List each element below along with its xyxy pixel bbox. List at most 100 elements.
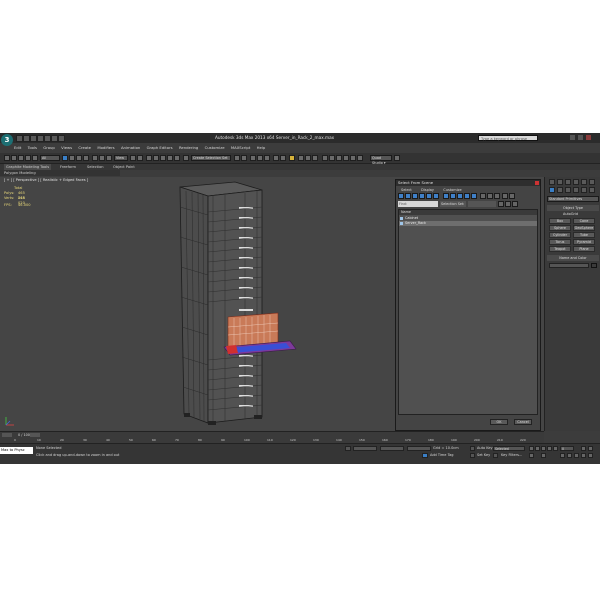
reference-coordinate-dropdown[interactable]: View <box>114 155 128 161</box>
systems-icon[interactable] <box>589 187 595 193</box>
extra-tool-3-icon[interactable] <box>336 155 342 161</box>
fetch-icon[interactable] <box>58 135 65 142</box>
selection-set-dropdown[interactable] <box>468 201 496 207</box>
schematic-view-icon[interactable] <box>280 155 286 161</box>
modify-tab-icon[interactable] <box>557 179 563 185</box>
cancel-button[interactable]: Cancel <box>514 419 532 425</box>
search-input[interactable]: Type a keyword or phrase <box>478 135 538 141</box>
workspace-icon[interactable] <box>394 155 400 161</box>
key-mode-icon[interactable] <box>529 453 534 458</box>
y-coordinate-field[interactable] <box>380 446 404 451</box>
z-coordinate-field[interactable] <box>407 446 431 451</box>
set-key-mode-icon[interactable] <box>470 446 475 451</box>
pan-icon[interactable] <box>588 446 593 451</box>
display-shapes-icon[interactable] <box>405 193 411 199</box>
extra-tool-4-icon[interactable] <box>343 155 349 161</box>
dialog-menu-customize[interactable]: Customize <box>443 188 461 192</box>
rotate-icon[interactable] <box>99 155 105 161</box>
name-and-color-header[interactable]: Name and Color <box>547 255 599 261</box>
maximize-viewport-icon[interactable] <box>588 453 593 458</box>
display-geometry-icon[interactable] <box>398 193 404 199</box>
undo-icon[interactable] <box>37 135 44 142</box>
menu-help[interactable]: Help <box>257 145 266 150</box>
lights-icon[interactable] <box>565 187 571 193</box>
time-tag-icon[interactable] <box>422 453 428 458</box>
display-spacewarps-icon[interactable] <box>433 193 439 199</box>
create-tab-icon[interactable] <box>549 179 555 185</box>
find-options-icon[interactable] <box>498 201 504 207</box>
display-containers-icon[interactable] <box>464 193 470 199</box>
rectangular-selection-icon[interactable] <box>76 155 82 161</box>
move-icon[interactable] <box>92 155 98 161</box>
scene-explorer-icon[interactable] <box>250 155 256 161</box>
filter-options-icon[interactable] <box>505 201 511 207</box>
maximize-icon[interactable] <box>578 135 583 140</box>
maxscript-listener[interactable]: Max to Physc <box>0 447 33 454</box>
find-input[interactable]: Find: <box>398 201 438 207</box>
spinner-snap-icon[interactable] <box>174 155 180 161</box>
mirror-icon[interactable] <box>234 155 240 161</box>
link-icon[interactable] <box>18 155 24 161</box>
set-key-icon[interactable] <box>470 453 475 458</box>
display-tab-icon[interactable] <box>581 179 587 185</box>
invert-selection-icon[interactable] <box>494 193 500 199</box>
display-xrefs-icon[interactable] <box>450 193 456 199</box>
cameras-icon[interactable] <box>573 187 579 193</box>
teapot-button[interactable]: Teapot <box>549 246 571 252</box>
key-filter-icon[interactable] <box>493 453 498 458</box>
tube-button[interactable]: Tube <box>573 232 595 238</box>
keyboard-shortcut-icon[interactable] <box>146 155 152 161</box>
named-selection-dropdown[interactable]: Create Selection Set <box>191 155 231 161</box>
angle-snap-icon[interactable] <box>160 155 166 161</box>
dialog-menu-display[interactable]: Display <box>421 188 434 192</box>
polygon-modeling-label[interactable]: Polygon Modeling <box>4 170 36 176</box>
extra-tool-icon[interactable] <box>322 155 328 161</box>
selection-filter-dropdown[interactable]: All <box>40 155 60 161</box>
save-file-icon[interactable] <box>30 135 37 142</box>
unlink-icon[interactable] <box>25 155 31 161</box>
box-button[interactable]: Box <box>549 218 571 224</box>
menu-views[interactable]: Views <box>61 145 72 150</box>
quad-studio-dropdown[interactable]: Quad Studio ▾ <box>370 155 392 165</box>
next-frame-icon[interactable] <box>547 446 552 451</box>
object-color-swatch[interactable] <box>591 263 597 268</box>
name-column-header[interactable]: Name <box>399 210 537 215</box>
cone-button[interactable]: Cone <box>573 218 595 224</box>
window-crossing-icon[interactable] <box>83 155 89 161</box>
go-to-end-icon[interactable] <box>553 446 558 451</box>
slider-right-arrow-icon[interactable] <box>30 433 40 437</box>
select-object-icon[interactable] <box>62 155 68 161</box>
key-filters-button[interactable]: Key Filters... <box>501 453 522 457</box>
menu-rendering[interactable]: Rendering <box>179 145 198 150</box>
plane-button[interactable]: Plane <box>573 246 595 252</box>
sphere-button[interactable]: Sphere <box>549 225 571 231</box>
zoom-extents-icon[interactable] <box>574 453 579 458</box>
material-editor-icon[interactable] <box>289 155 295 161</box>
display-lights-icon[interactable] <box>412 193 418 199</box>
time-slider[interactable]: 0 / 100 0 10 20 30 40 50 60 70 80 90 100… <box>0 431 544 443</box>
curve-editor-icon[interactable] <box>273 155 279 161</box>
zoom-all-icon[interactable] <box>567 453 572 458</box>
select-by-name-icon[interactable] <box>69 155 75 161</box>
torus-button[interactable]: Torus <box>549 239 571 245</box>
helpers-icon[interactable] <box>581 187 587 193</box>
menu-tools[interactable]: Tools <box>28 145 37 150</box>
dialog-menu-select[interactable]: Select <box>401 188 412 192</box>
go-to-start-icon[interactable] <box>529 446 534 451</box>
open-file-icon[interactable] <box>23 135 30 142</box>
list-item[interactable]: Server_Rack <box>399 221 537 226</box>
add-time-tag[interactable]: Add Time Tag <box>430 453 454 457</box>
display-frozen-icon[interactable] <box>471 193 477 199</box>
select-none-icon[interactable] <box>487 193 493 199</box>
play-icon[interactable] <box>541 446 546 451</box>
previous-frame-icon[interactable] <box>535 446 540 451</box>
edit-named-selection-icon[interactable] <box>183 155 189 161</box>
minimize-icon[interactable] <box>570 135 575 140</box>
object-name-field[interactable] <box>549 263 589 268</box>
extra-tool-2-icon[interactable] <box>329 155 335 161</box>
zoom-icon[interactable] <box>560 453 565 458</box>
dialog-close-icon[interactable] <box>535 181 539 185</box>
render-setup-icon[interactable] <box>298 155 304 161</box>
select-all-icon[interactable] <box>480 193 486 199</box>
autogrid-checkbox[interactable]: AutoGrid <box>563 212 578 216</box>
